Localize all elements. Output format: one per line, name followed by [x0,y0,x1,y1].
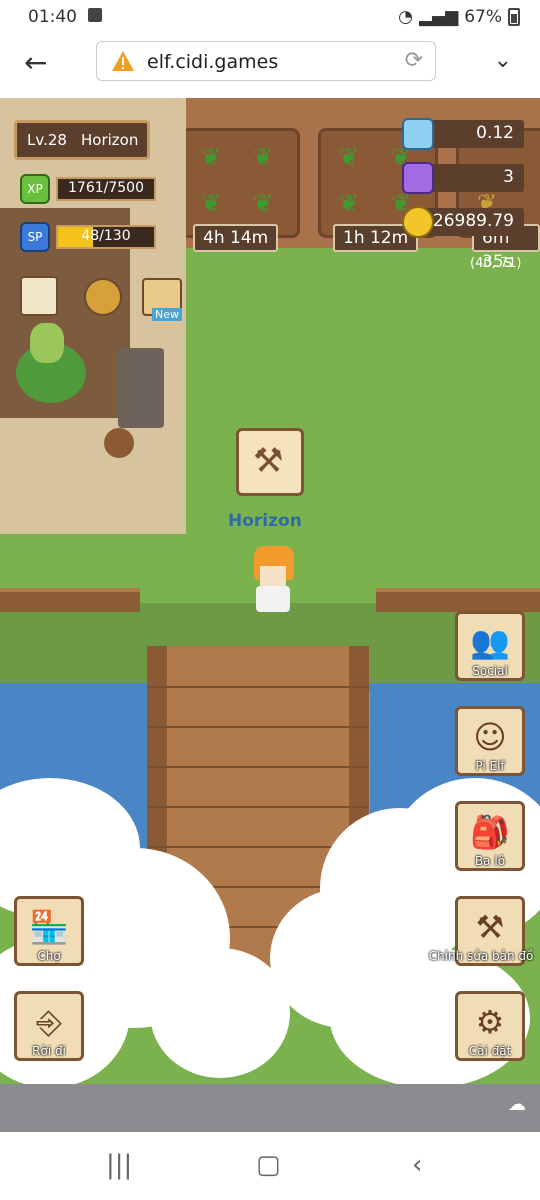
backpack-icon: 🎒 [470,813,510,851]
player-body [256,586,290,612]
gem-amount: 3 [503,167,514,187]
reload-icon[interactable]: ⟳ [405,48,423,73]
wifi-icon: ◔ [398,7,413,27]
sprout-icon: ❦ [253,189,274,217]
player-character[interactable] [248,546,294,616]
pi-elf-button[interactable]: ☺ Pi Elf [455,706,525,776]
market-button[interactable]: 🏪 Chợ [14,896,84,966]
xp-bar: 1761/7500 [56,177,156,201]
gear-icon: ⚙ [475,1003,505,1041]
recent-apps-icon[interactable]: ||| [106,1150,132,1180]
clock: 01:40 [28,7,77,27]
level-label: Lv.28 [27,131,67,149]
elf-face-icon: ☺ [473,718,507,756]
friends-icon: 👥 [470,623,510,661]
xp-icon: XP [20,174,50,204]
chevron-down-icon[interactable]: ⌄ [494,48,512,73]
compass-icon[interactable] [84,278,122,316]
player-name: Horizon [81,131,139,149]
bridge-plank [147,726,369,728]
social-button[interactable]: 👥 Social [455,611,525,681]
address-bar[interactable]: elf.cidi.games ⟳ [96,41,436,81]
game-canvas[interactable]: ❦ ❦ ❦ ❦ ❦ ❦ ❦ ❦ ❦ 4h 14m 1h 12m 6m 35s N… [0,98,540,1132]
xp-text: 1761/7500 [68,180,144,196]
crystal-counter: 0.12 [420,120,524,148]
status-bar: 01:40 ◔ ▂▄▆ 67% [0,0,540,34]
exit-door-icon: ⎆ [36,1003,62,1041]
status-icons: ◔ ▂▄▆ 67% [398,7,520,27]
crystal-icon [402,118,434,150]
browser-toolbar: ← elf.cidi.games ⟳ ⌄ [0,34,540,99]
settings-label: Cài đặt [468,1044,512,1058]
gem-counter: 3 [420,164,524,192]
new-tag: New [152,308,182,321]
wrench-hammer-icon: ⚒ [475,908,505,946]
edit-map-button[interactable]: ⚒ Chỉnh sửa bản đồ [429,896,533,966]
sprout-icon: ❦ [339,143,360,171]
backpack-label: Ba lô [474,854,506,868]
expand-cloud-icon[interactable]: ☁ [508,1094,526,1115]
edit-map-label: Chỉnh sửa bản đồ [428,949,534,963]
market-label: Chợ [37,949,61,963]
leave-button[interactable]: ⎆ Rời đi [14,991,84,1061]
player-level-badge[interactable]: Lv.28 Horizon [14,120,150,160]
sp-bar: 48/130 [56,225,156,249]
sp-icon: SP [20,222,50,252]
fence-left [0,588,140,612]
barrel [104,428,134,458]
map-coordinates: (40, 71) [470,256,522,271]
url-text: elf.cidi.games [147,51,279,73]
bridge-plank [147,686,369,688]
signal-icon: ▂▄▆ [418,7,459,27]
warning-icon [112,51,134,71]
notification-icon [88,8,102,22]
leave-label: Rời đi [32,1044,66,1058]
crop-timer: 4h 14m [193,224,279,252]
system-navigation-bar: ||| ▢ ‹ [0,1132,540,1200]
back-arrow-icon[interactable]: ← [24,46,47,79]
battery-icon [508,8,520,26]
bottom-strip: ☁ [0,1084,540,1132]
well[interactable] [118,348,164,428]
backpack-button[interactable]: 🎒 Ba lô [455,801,525,871]
crystal-amount: 0.12 [476,123,514,143]
coin-icon [402,206,434,238]
market-stall-icon: 🏪 [29,908,69,946]
bridge-plank [147,766,369,768]
coin-amount: 26989.79 [432,211,514,231]
sprout-pet[interactable] [30,323,64,363]
back-icon[interactable]: ‹ [412,1150,422,1180]
tools-rack [28,438,98,478]
fence-right [376,588,540,612]
player-face [260,566,286,586]
sprout-icon: ❦ [201,189,222,217]
player-nameplate: Horizon [228,511,302,531]
settings-button[interactable]: ⚙ Cài đặt [455,991,525,1061]
sprout-icon: ❦ [339,189,360,217]
gem-icon[interactable] [402,162,434,194]
sprout-icon: ❦ [201,143,222,171]
quest-scroll-icon[interactable] [20,276,58,316]
crop-plot[interactable]: ❦ ❦ ❦ ❦ [180,128,300,238]
social-label: Social [472,664,508,678]
sprout-icon: ❦ [253,143,274,171]
cloud [150,948,290,1078]
home-icon[interactable]: ▢ [256,1150,281,1180]
battery-percent: 67% [464,7,502,27]
pi-elf-label: Pi Elf [475,759,505,773]
axe-bundle-icon: ⚒ [253,441,284,481]
chop-tool-popup[interactable]: ⚒ [236,428,304,496]
sp-text: 48/130 [81,228,131,244]
